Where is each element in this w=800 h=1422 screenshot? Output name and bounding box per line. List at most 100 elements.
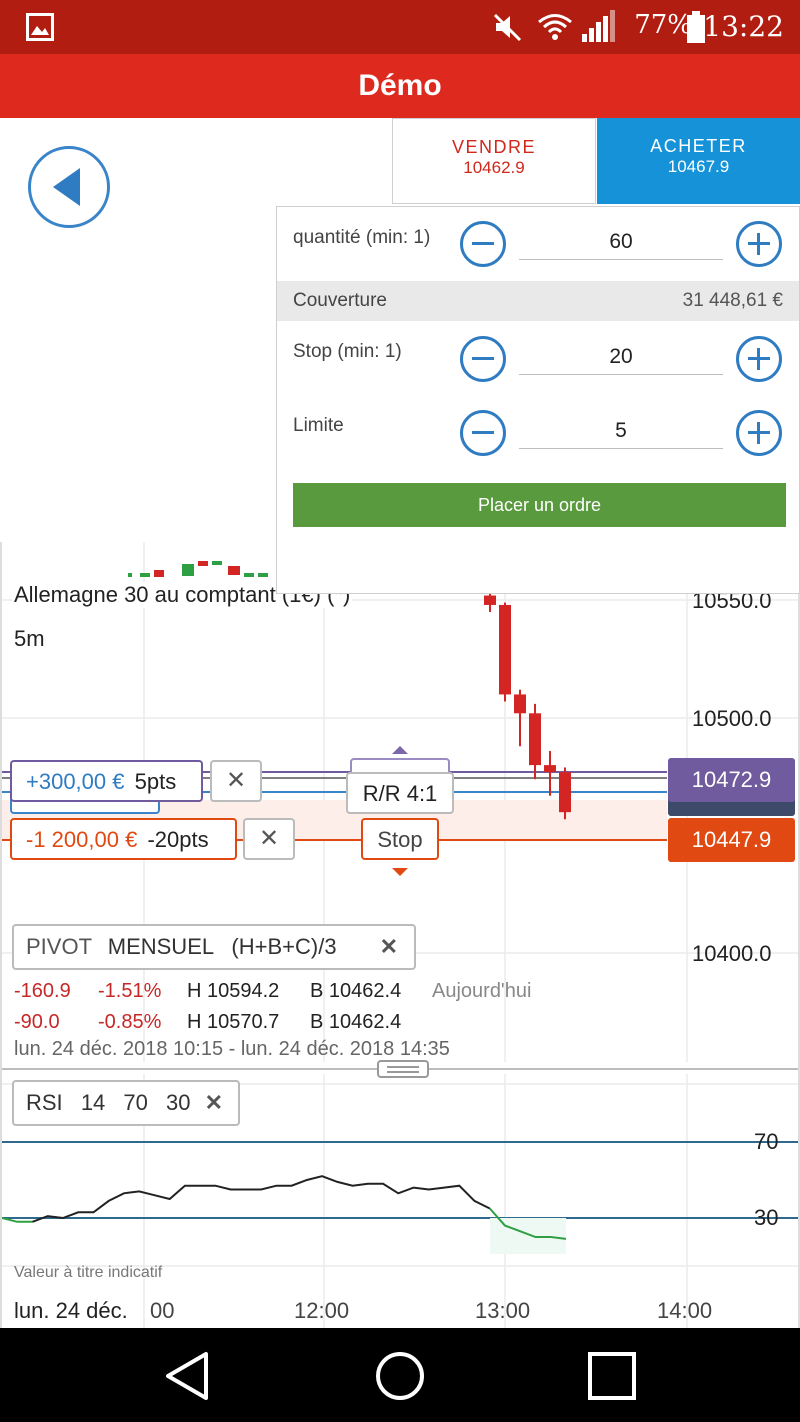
candle [244, 573, 254, 577]
rsi-indicator-tag[interactable]: RSI 14 70 30 ✕ [12, 1080, 240, 1126]
plus-icon [748, 422, 770, 444]
stop-input[interactable]: 20 [519, 340, 723, 375]
clock: 13:22 [703, 10, 784, 43]
candle-body [484, 595, 496, 605]
drag-down-icon [392, 868, 408, 876]
x-tick-label: 13:00 [475, 1298, 531, 1323]
x-axis-date: lun. 24 déc. [14, 1298, 132, 1324]
stop-handle[interactable]: Stop [361, 818, 439, 860]
candle [182, 564, 194, 576]
x-tick-label: 14:00 [657, 1298, 713, 1323]
pivot-indicator-tag[interactable]: PIVOT MENSUEL (H+B+C)/3 ✕ [12, 924, 416, 970]
rsi-line [2, 1175, 567, 1240]
tp-amount: +300,00 € [26, 769, 125, 794]
top-candles [128, 561, 268, 577]
buy-button[interactable]: ACHETER 10467.9 [597, 118, 800, 204]
risk-reward-badge[interactable]: R/R 4:1 [346, 772, 454, 814]
candle-body [529, 713, 541, 766]
period-label: Aujourd'hui [432, 980, 532, 1002]
high-today: H 10594.2 [187, 980, 280, 1002]
drag-up-icon [392, 746, 408, 754]
plus-icon [748, 233, 770, 255]
candle [228, 566, 240, 575]
candle [212, 561, 222, 565]
timeframe[interactable]: 5m [14, 626, 45, 652]
stop-price-label: 10447.9 [668, 818, 795, 862]
buy-price: 10467.9 [667, 157, 730, 176]
y-tick-label: 10500.0 [692, 706, 772, 731]
place-order-button[interactable]: Placer un ordre [293, 483, 786, 527]
plus-icon [748, 348, 770, 370]
close-icon[interactable]: ✕ [380, 926, 398, 968]
sell-button[interactable]: VENDRE 10462.9 [392, 118, 596, 204]
rsi-upper-label: 70 [754, 1129, 779, 1154]
quantity-plus-button[interactable] [736, 221, 782, 267]
sl-amount: -1 200,00 € [26, 827, 138, 852]
minus-icon [472, 242, 494, 245]
rsi-segment [32, 1175, 491, 1223]
rsi-upper: 70 [123, 1090, 148, 1115]
candle-body [514, 694, 526, 714]
minus-icon [472, 431, 494, 434]
stop-loss-tag[interactable]: -1 200,00 € -20pts [10, 818, 237, 860]
sl-points: -20pts [147, 827, 209, 852]
stop-plus-button[interactable] [736, 336, 782, 382]
pivot-formula: (H+B+C)/3 [231, 934, 337, 959]
back-arrow-icon [53, 168, 80, 206]
recents-nav-icon[interactable] [584, 1348, 640, 1404]
back-nav-icon[interactable] [160, 1348, 216, 1404]
pivot-period: MENSUEL [107, 934, 214, 959]
candle-body [499, 604, 511, 695]
coverage-label: Couverture [293, 290, 387, 311]
minus-icon [472, 357, 494, 360]
sl-close-button[interactable]: ✕ [243, 818, 295, 860]
quantity-label: quantité (min: 1) [293, 227, 431, 248]
coverage-row: Couverture 31 448,61 € [277, 281, 799, 321]
stop-label: Stop (min: 1) [293, 341, 402, 362]
candle [140, 573, 150, 577]
low-today: B 10462.4 [310, 980, 402, 1002]
take-profit-tag[interactable]: +300,00 € 5pts [10, 760, 203, 802]
order-panel: quantité (min: 1) 60 Couverture 31 448,6… [276, 206, 800, 594]
candle [198, 561, 208, 566]
main-candles [484, 586, 571, 820]
rsi-oversold-zone [490, 1218, 566, 1254]
disclaimer: Valeur à titre indicatif [14, 1264, 163, 1281]
current-price-label: 10472.9 [668, 758, 795, 802]
navigation-bar [0, 1328, 800, 1422]
close-icon[interactable]: ✕ [205, 1090, 223, 1115]
quantity-input[interactable]: 60 [519, 225, 723, 260]
y-tick-label: 10400.0 [692, 941, 772, 966]
close-icon: ✕ [225, 767, 247, 794]
candle-body [544, 765, 556, 773]
resize-handle[interactable] [377, 1060, 429, 1078]
high-range: H 10570.7 [187, 1011, 280, 1033]
mute-icon [493, 13, 522, 42]
stop-minus-button[interactable] [460, 336, 506, 382]
quantity-minus-button[interactable] [460, 221, 506, 267]
home-nav-icon[interactable] [372, 1348, 428, 1404]
limit-minus-button[interactable] [460, 410, 506, 456]
x-tick-label: 00 [150, 1298, 175, 1323]
back-button[interactable] [28, 146, 110, 228]
battery-percent: 77% [634, 10, 692, 40]
tp-close-button[interactable]: ✕ [210, 760, 262, 802]
tp-points: 5pts [134, 769, 177, 794]
candle [154, 570, 164, 577]
close-icon: ✕ [258, 825, 280, 852]
coverage-value: 31 448,61 € [682, 290, 783, 311]
x-tick-label: 12:00 [294, 1298, 350, 1323]
sell-label: VENDRE [451, 137, 536, 157]
limit-label: Limite [293, 415, 344, 436]
limit-plus-button[interactable] [736, 410, 782, 456]
page-title: Démo [0, 54, 800, 118]
candle-body [559, 772, 571, 813]
rsi-period: 14 [80, 1090, 106, 1115]
change-pct-range: -0.85% [98, 1011, 162, 1033]
price-chart[interactable]: Allemagne 30 au comptant (1€) (*) 5m 105… [0, 542, 800, 1332]
candle [258, 573, 268, 577]
signal-icon [582, 10, 615, 42]
candle [128, 573, 132, 577]
limit-input[interactable]: 5 [519, 414, 723, 449]
change-today: -160.9 [14, 980, 71, 1002]
